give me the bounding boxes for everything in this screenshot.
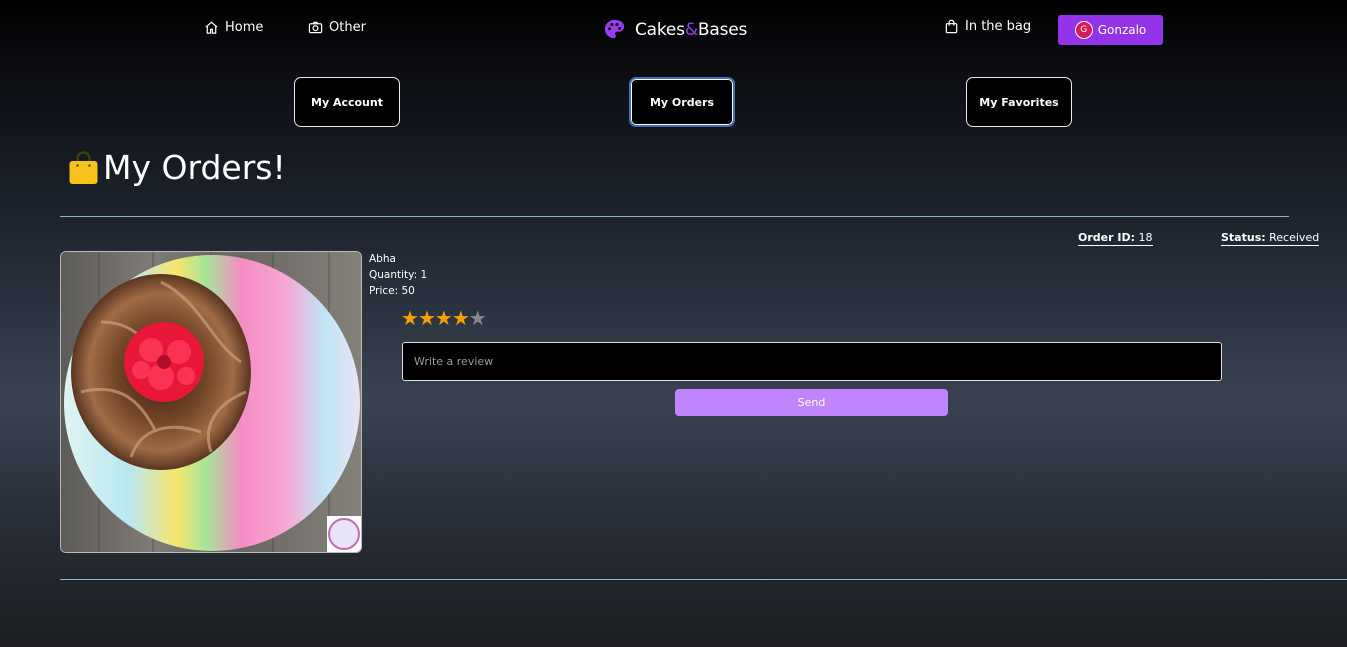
- order-status-label: Status:: [1221, 231, 1266, 244]
- product-image: [60, 251, 362, 553]
- product-name: Abha: [369, 253, 396, 265]
- nav-home-link[interactable]: Home: [204, 20, 263, 35]
- page-title: My Orders!: [68, 148, 286, 187]
- order-id-value: 18: [1138, 231, 1153, 244]
- product-quantity: Quantity: 1: [369, 269, 428, 281]
- brand-name-ampersand: &: [684, 19, 698, 40]
- brand-name: Cakes&Bases: [635, 20, 747, 40]
- product-price: Price: 50: [369, 285, 415, 297]
- divider-top: [60, 216, 1289, 217]
- page-title-text: My Orders!: [103, 148, 286, 187]
- divider-bottom: [60, 579, 1347, 580]
- camera-icon: [308, 21, 323, 34]
- user-name: Gonzalo: [1097, 23, 1147, 37]
- star-icon-2[interactable]: ★: [418, 306, 436, 330]
- order-status-value: Received: [1269, 231, 1320, 244]
- tab-my-account[interactable]: My Account: [294, 77, 400, 127]
- shopping-bag-icon: [945, 19, 958, 34]
- tab-my-favorites[interactable]: My Favorites: [966, 77, 1072, 127]
- order-id-label: Order ID:: [1078, 231, 1135, 244]
- top-navbar: Home Other Cakes&Bases In the bag G Gonz…: [0, 0, 1347, 62]
- brand-name-bases: Bases: [697, 19, 748, 40]
- brand-name-cakes: Cakes: [635, 19, 685, 40]
- order-status: Status: Received: [1221, 231, 1320, 246]
- nav-bag-label: In the bag: [965, 19, 1032, 34]
- palette-icon: [604, 19, 625, 39]
- star-icon-3[interactable]: ★: [435, 306, 453, 330]
- order-id: Order ID: 18: [1078, 231, 1153, 246]
- nav-bag-link[interactable]: In the bag: [944, 19, 1031, 34]
- shopping-bag-emoji-icon: [69, 150, 98, 184]
- home-icon: [205, 21, 218, 34]
- star-icon-1[interactable]: ★: [401, 306, 419, 330]
- avatar: G: [1074, 21, 1093, 39]
- nav-other-link[interactable]: Other: [308, 20, 366, 35]
- send-review-button[interactable]: Send: [675, 389, 948, 416]
- nav-home-label: Home: [225, 20, 264, 35]
- review-input[interactable]: [402, 342, 1222, 381]
- star-rating[interactable]: ★ ★ ★ ★ ★: [401, 306, 487, 330]
- star-icon-5[interactable]: ★: [469, 306, 487, 330]
- nav-other-label: Other: [329, 20, 366, 35]
- star-icon-4[interactable]: ★: [452, 306, 470, 330]
- product-info: Abha Quantity: 1 Price: 50: [369, 251, 427, 299]
- brand-logo[interactable]: Cakes&Bases: [603, 18, 747, 41]
- tab-my-orders[interactable]: My Orders: [629, 77, 735, 127]
- user-menu-button[interactable]: G Gonzalo: [1058, 15, 1163, 45]
